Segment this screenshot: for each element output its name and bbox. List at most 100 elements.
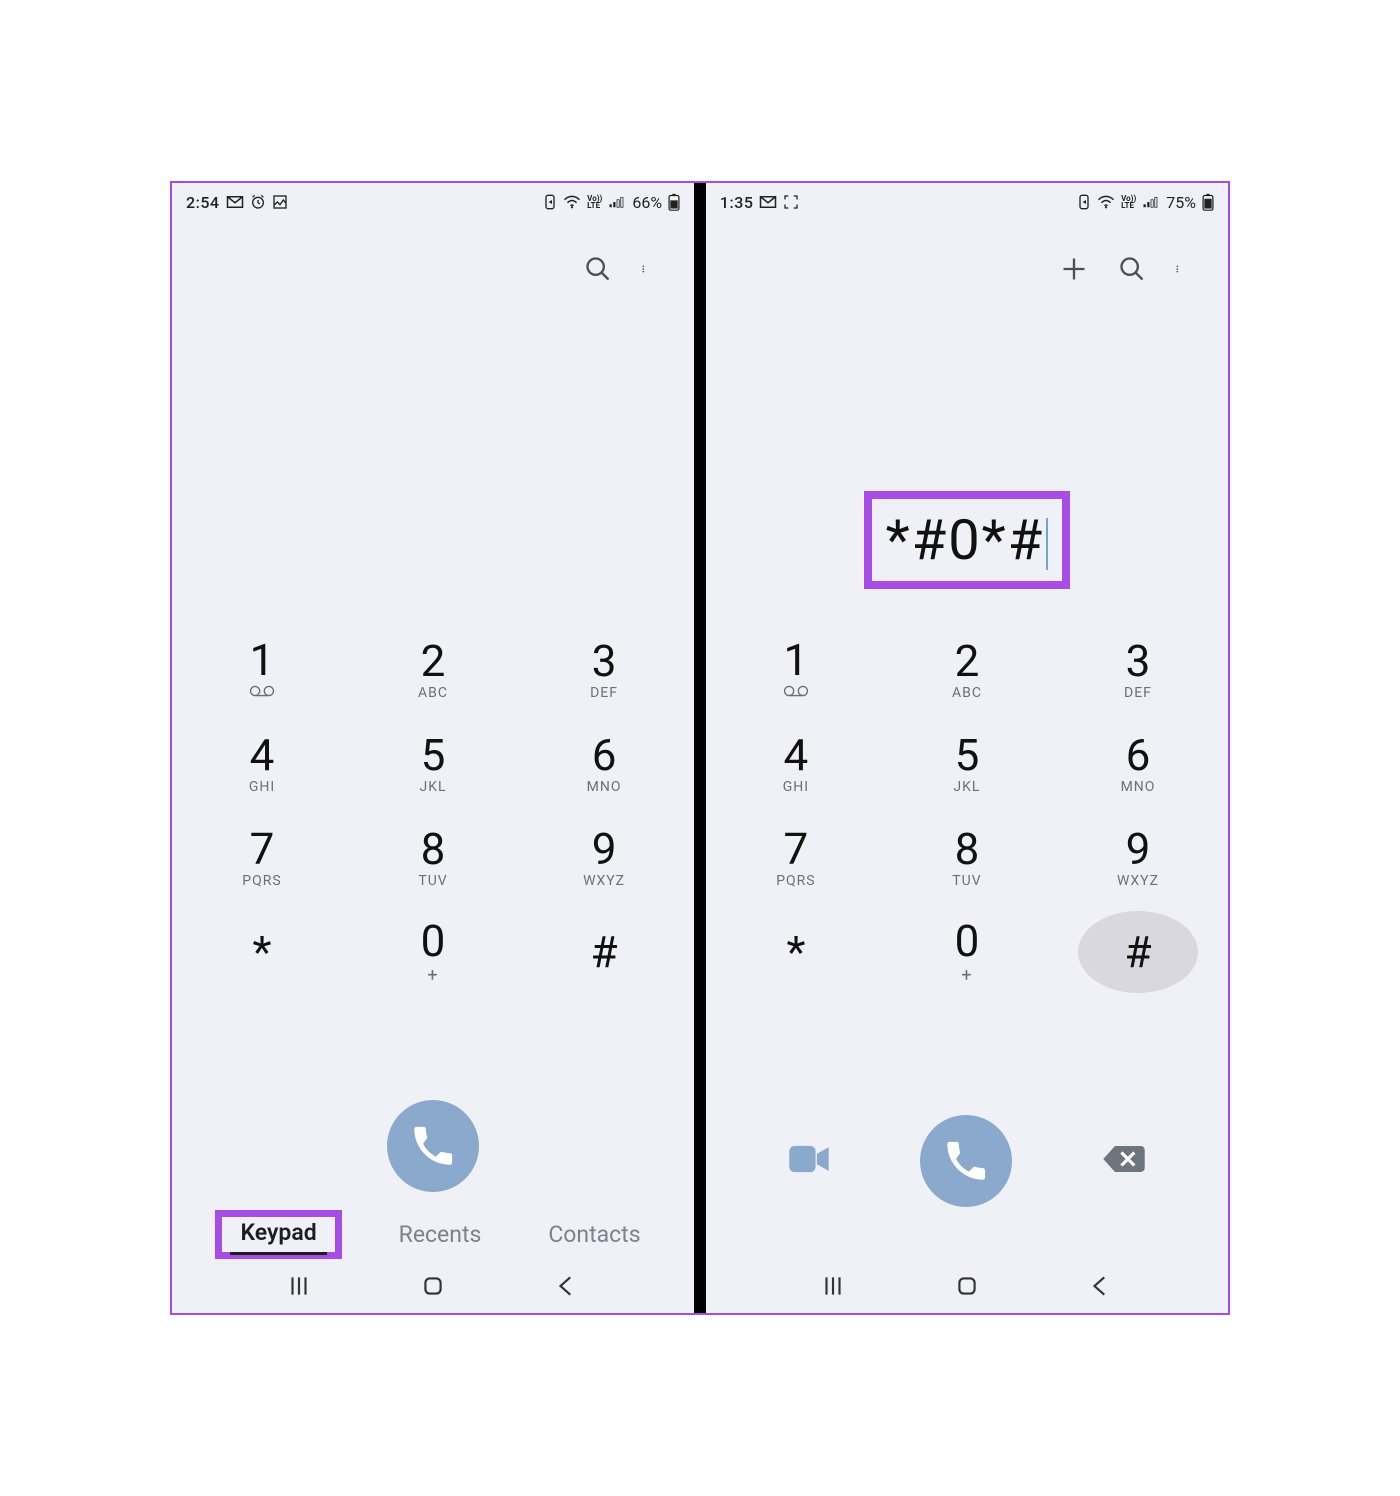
key-sublabel: DEF (1124, 685, 1152, 701)
media-icon (543, 194, 557, 210)
key-2[interactable]: 2ABC (373, 629, 493, 711)
search-icon[interactable] (1118, 255, 1146, 283)
key-6[interactable]: 6 MNO (544, 723, 664, 805)
key-digit: 0 (421, 919, 446, 963)
nav-home-icon[interactable] (420, 1273, 446, 1303)
tab-recents[interactable]: Recents (389, 1215, 492, 1254)
toolbar (172, 219, 694, 319)
key-sublabel: DEF (590, 685, 618, 701)
nav-back-icon[interactable] (1088, 1273, 1114, 1303)
key-hash[interactable]: # (544, 911, 664, 993)
key-star[interactable]: * (736, 911, 856, 993)
number-display (419, 573, 447, 589)
alarm-icon (250, 194, 266, 210)
key-digit: 3 (592, 639, 617, 683)
gmail-icon (226, 195, 244, 209)
action-row (706, 1097, 1228, 1217)
key-4[interactable]: 4 GHI (736, 723, 856, 805)
key-sublabel: MNO (587, 779, 622, 795)
phone-left: 2:54 Vo))LTE 66% (172, 183, 694, 1313)
keypad: 1 2ABC 3 DEF 4 GHI 5JKL 6 MNO 7 PQRS 8 TUV 9WXYZ * 0+ # (706, 619, 1228, 1097)
key-7[interactable]: 7 PQRS (736, 817, 856, 899)
key-5[interactable]: 5 JKL (373, 723, 493, 805)
nav-bar (706, 1263, 1228, 1313)
key-3[interactable]: 3 DEF (1078, 629, 1198, 711)
key-digit: 5 (421, 733, 446, 777)
toolbar (706, 219, 1228, 319)
number-display[interactable]: *#0*# (864, 491, 1071, 589)
key-sublabel: PQRS (242, 873, 281, 889)
key-7[interactable]: 7PQRS (202, 817, 322, 899)
key-sublabel: TUV (952, 873, 981, 889)
action-row (172, 1082, 694, 1202)
key-2[interactable]: 2ABC (907, 629, 1027, 711)
video-call-button[interactable] (788, 1144, 830, 1178)
key-8[interactable]: 8TUV (373, 817, 493, 899)
media-icon (1077, 194, 1091, 210)
key-digit: 4 (250, 733, 275, 777)
tab-contacts[interactable]: Contacts (538, 1215, 650, 1254)
more-icon[interactable] (1176, 255, 1204, 283)
battery-icon (1202, 193, 1214, 211)
key-1[interactable]: 1 (736, 629, 856, 711)
key-sublabel: JKL (420, 779, 447, 795)
key-8[interactable]: 8 TUV (907, 817, 1027, 899)
wifi-icon (1097, 195, 1115, 209)
status-battery: 75% (1166, 193, 1196, 212)
nav-bar (172, 1263, 694, 1313)
status-battery: 66% (632, 193, 662, 212)
key-digit: * (786, 930, 805, 974)
call-button[interactable] (387, 1100, 479, 1192)
signal-icon (1142, 195, 1160, 209)
key-digit: 8 (955, 827, 980, 871)
key-sublabel: GHI (783, 779, 809, 795)
key-star[interactable]: * (202, 911, 322, 993)
key-6[interactable]: 6 MNO (1078, 723, 1198, 805)
highlight-keypad-tab: Keypad (215, 1210, 341, 1259)
key-sublabel: ABC (418, 685, 448, 701)
volte-icon: Vo))LTE (587, 195, 602, 209)
voicemail-icon (783, 684, 809, 702)
key-sublabel: + (427, 965, 438, 986)
add-icon[interactable] (1060, 255, 1088, 283)
key-digit: 6 (1126, 733, 1151, 777)
search-icon[interactable] (584, 255, 612, 283)
call-button[interactable] (920, 1115, 1012, 1207)
backspace-button[interactable] (1102, 1144, 1146, 1178)
key-0[interactable]: 0+ (373, 911, 493, 993)
bottom-tabs: Keypad Recents Contacts (172, 1202, 694, 1263)
key-digit: 5 (955, 733, 980, 777)
key-digit: * (253, 930, 272, 974)
key-5[interactable]: 5JKL (907, 723, 1027, 805)
text-cursor (1046, 518, 1048, 570)
nav-back-icon[interactable] (554, 1273, 580, 1303)
key-1[interactable]: 1 (202, 629, 322, 711)
key-4[interactable]: 4GHI (202, 723, 322, 805)
key-hash[interactable]: # (1078, 911, 1198, 993)
more-icon[interactable] (642, 255, 670, 283)
key-9[interactable]: 9WXYZ (544, 817, 664, 899)
key-sublabel: + (961, 965, 972, 986)
key-9[interactable]: 9WXYZ (1078, 817, 1198, 899)
key-digit: 6 (592, 733, 617, 777)
key-digit: 4 (784, 733, 809, 777)
key-digit: 3 (1126, 639, 1151, 683)
key-sublabel: WXYZ (1117, 873, 1159, 889)
key-sublabel: PQRS (776, 873, 815, 889)
nav-recents-icon[interactable] (286, 1273, 312, 1303)
keypad: 1 2ABC 3 DEF 4GHI 5 JKL 6 MNO 7PQRS 8TUV 9WXYZ * 0+ # (172, 619, 694, 1082)
key-0[interactable]: 0+ (907, 911, 1027, 993)
status-time: 1:35 (720, 193, 754, 212)
key-digit: 1 (784, 638, 809, 682)
tab-keypad[interactable]: Keypad (230, 1213, 326, 1255)
nav-recents-icon[interactable] (820, 1273, 846, 1303)
scan-icon (783, 194, 799, 210)
wifi-icon (563, 195, 581, 209)
screenshot-divider (694, 183, 706, 1313)
nav-home-icon[interactable] (954, 1273, 980, 1303)
phone-right: 1:35 Vo))LTE 75% (706, 183, 1228, 1313)
key-3[interactable]: 3 DEF (544, 629, 664, 711)
key-sublabel: MNO (1121, 779, 1156, 795)
key-digit: 7 (784, 827, 809, 871)
number-display-area: *#0*# (706, 319, 1228, 619)
